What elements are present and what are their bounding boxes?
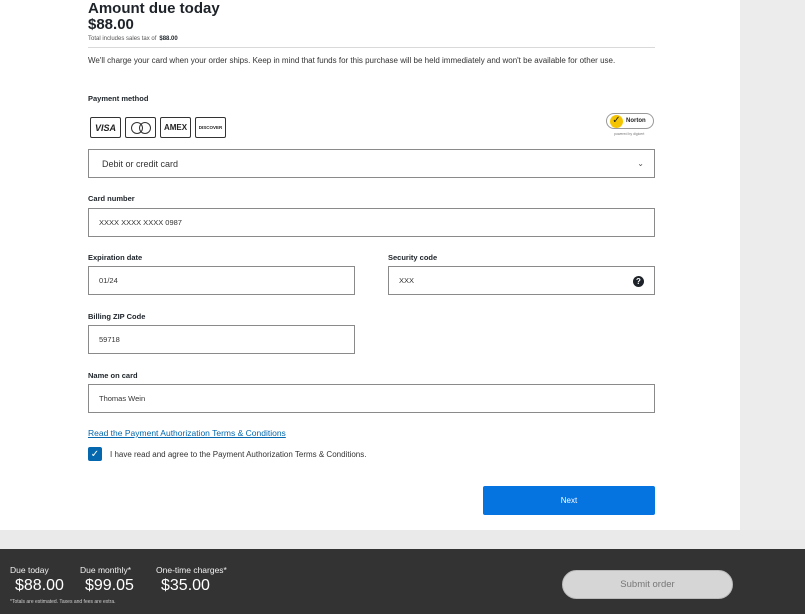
name-on-card-value: Thomas Wein [99, 394, 146, 403]
mastercard-logo [125, 117, 156, 138]
norton-label: Norton [626, 118, 646, 124]
due-monthly-value: $99.05 [85, 577, 134, 594]
visa-logo: VISA [90, 117, 121, 138]
card-logos: VISA AMEX DISCOVER [90, 117, 226, 138]
order-footer: Due today $88.00 Due monthly* $99.05 One… [0, 549, 805, 614]
payment-method-select[interactable]: Debit or credit card ⌄ [88, 149, 655, 178]
expiration-date-value: 01/24 [99, 276, 118, 285]
norton-sub-label: powered by digicert [614, 132, 645, 136]
chevron-down-icon: ⌄ [637, 159, 644, 168]
divider [88, 47, 655, 48]
name-on-card-input[interactable]: Thomas Wein [88, 384, 655, 413]
expiration-date-input[interactable]: 01/24 [88, 266, 355, 295]
next-button[interactable]: Next [483, 486, 655, 515]
due-monthly-label: Due monthly* [80, 565, 132, 575]
mastercard-circles-icon [130, 121, 151, 134]
name-on-card-label: Name on card [88, 371, 138, 380]
billing-zip-value: 59718 [99, 335, 120, 344]
totals-note: *Totals are estimated. Taxes and fees ar… [10, 599, 116, 605]
discover-logo: DISCOVER [195, 117, 226, 138]
security-code-value: XXX [399, 276, 415, 285]
agree-label: I have read and agree to the Payment Aut… [110, 450, 367, 459]
help-icon[interactable]: ? [633, 276, 644, 287]
norton-badge: ✓ Norton powered by digicert [606, 113, 656, 139]
amount-due-title: Amount due today [88, 0, 220, 17]
charge-notice: We'll charge your card when your order s… [88, 56, 616, 65]
card-number-input[interactable]: XXXX XXXX XXXX 0987 [88, 208, 655, 237]
terms-link[interactable]: Read the Payment Authorization Terms & C… [88, 428, 286, 438]
page-background-gap [0, 530, 805, 549]
amount-due-value: $88.00 [88, 16, 134, 33]
payment-method-label: Payment method [88, 94, 149, 103]
expiration-date-label: Expiration date [88, 253, 143, 262]
card-number-label: Card number [88, 194, 135, 203]
payment-method-value: Debit or credit card [102, 158, 179, 169]
submit-order-button[interactable]: Submit order [562, 570, 733, 599]
due-today-label: Due today [10, 565, 49, 575]
tax-label: Total includes sales tax of [88, 36, 157, 42]
agree-checkbox[interactable]: ✓ [88, 447, 102, 461]
one-time-charges-value: $35.00 [161, 577, 210, 594]
payment-card: Amount due today $88.00 Total includes s… [0, 0, 740, 530]
card-number-value: XXXX XXXX XXXX 0987 [99, 218, 182, 227]
billing-zip-input[interactable]: 59718 [88, 325, 355, 354]
due-today-value: $88.00 [15, 577, 64, 594]
security-code-input[interactable]: XXX ? [388, 266, 655, 295]
security-code-label: Security code [388, 253, 438, 262]
checkmark-icon: ✓ [90, 448, 100, 460]
one-time-charges-label: One-time charges* [156, 565, 227, 575]
norton-check-icon: ✓ [610, 114, 623, 128]
tax-amount: $88.00 [159, 36, 178, 42]
tax-line: Total includes sales tax of $88.00 [88, 36, 178, 42]
billing-zip-label: Billing ZIP Code [88, 312, 146, 321]
amex-logo: AMEX [160, 117, 191, 138]
page-background-strip [740, 0, 805, 530]
